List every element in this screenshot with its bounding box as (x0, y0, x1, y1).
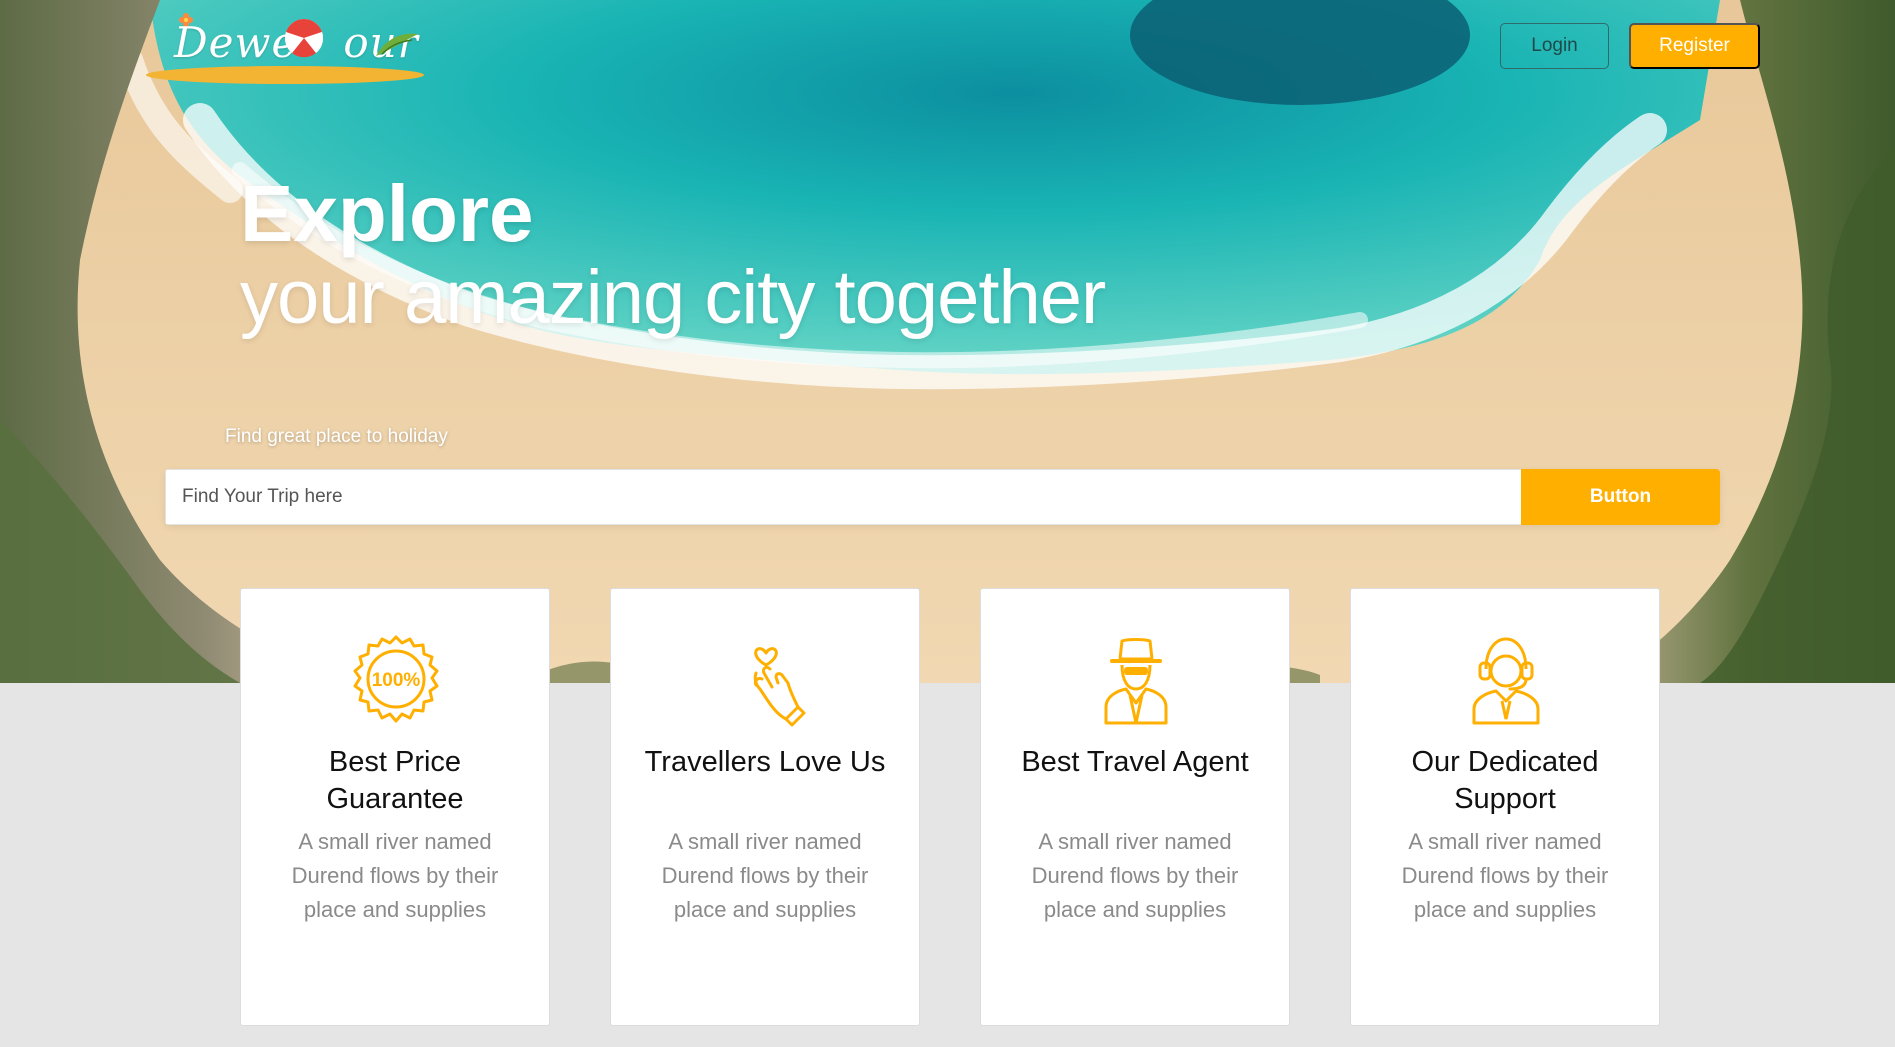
trip-search-bar: Button (165, 469, 1720, 525)
finger-heart-icon (753, 647, 806, 727)
hero-title: Explore (240, 169, 534, 258)
palm-leaf-icon (376, 33, 418, 56)
feature-description: A small river named Durend flows by thei… (661, 829, 869, 922)
beach-umbrella-icon (284, 19, 324, 58)
logo-island-shape (146, 66, 424, 84)
hero-subtitle: your amazing city together (240, 255, 1106, 340)
feature-title: Best Travel Agent (1021, 746, 1249, 778)
login-button[interactable]: Login (1500, 23, 1609, 69)
search-button[interactable]: Button (1521, 469, 1720, 525)
register-button[interactable]: Register (1629, 23, 1760, 69)
feature-card-travellers-love: Travellers Love Us A small river named D… (610, 588, 920, 1026)
feature-description: A small river named Durend flows by thei… (291, 829, 499, 922)
feature-title: Travellers Love Us (644, 746, 886, 778)
brand-logo[interactable]: Dewe our (140, 10, 430, 88)
feature-card-best-price: 100% Best Price Guarantee A small river … (240, 588, 550, 1026)
feature-description: A small river named Durend flows by thei… (1401, 829, 1609, 922)
svg-text:100%: 100% (372, 670, 421, 691)
feature-description: A small river named Durend flows by thei… (1031, 829, 1239, 922)
hundred-percent-badge-icon: 100% (353, 635, 439, 723)
support-agent-icon (1472, 637, 1540, 725)
feature-title: Best Price Guarantee (326, 746, 464, 815)
feature-title: Our Dedicated Support (1411, 746, 1599, 815)
logo-text-left: Dewe (174, 18, 298, 67)
travel-agent-icon (1104, 638, 1168, 725)
trip-search-input[interactable] (165, 469, 1521, 525)
search-label: Find great place to holiday (225, 426, 448, 447)
feature-card-dedicated-support: Our Dedicated Support A small river name… (1350, 588, 1660, 1026)
feature-card-travel-agent: Best Travel Agent A small river named Du… (980, 588, 1290, 1026)
